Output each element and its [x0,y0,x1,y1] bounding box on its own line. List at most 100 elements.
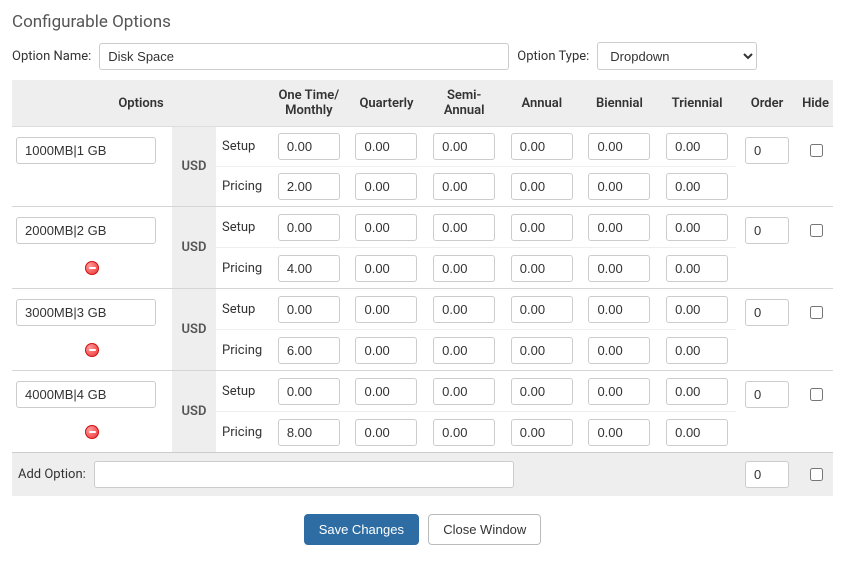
setup-label: Setup [216,127,270,167]
hide-checkbox[interactable] [810,144,823,157]
setup-price-input[interactable] [433,133,495,160]
option-row-name-input[interactable] [16,137,156,164]
option-type-select[interactable]: Dropdown [597,42,757,70]
col-semiannual: Semi- Annual [425,80,503,127]
setup-price-input[interactable] [588,296,650,323]
pricing-price-input[interactable] [278,419,340,446]
pricing-price-input[interactable] [666,337,728,364]
option-row-name-input[interactable] [16,381,156,408]
order-input[interactable] [745,299,789,326]
setup-price-input[interactable] [666,378,728,405]
option-name-input[interactable] [99,43,509,70]
option-name-cell [12,289,172,371]
currency-label: USD [172,207,216,289]
pricing-price-input[interactable] [433,337,495,364]
option-name-cell [12,127,172,207]
setup-price-input[interactable] [666,214,728,241]
hide-checkbox[interactable] [810,388,823,401]
remove-option-icon[interactable] [85,343,99,357]
setup-price-input[interactable] [433,378,495,405]
pricing-price-input[interactable] [355,419,417,446]
setup-price-input[interactable] [278,296,340,323]
pricing-price-input[interactable] [511,419,573,446]
options-table: Options One Time/ Monthly Quarterly Semi… [12,80,833,496]
setup-price-input[interactable] [588,378,650,405]
setup-price-input[interactable] [588,133,650,160]
pricing-price-input[interactable] [355,173,417,200]
setup-price-input[interactable] [511,378,573,405]
setup-price-input[interactable] [666,133,728,160]
pricing-label: Pricing [216,330,270,371]
save-button[interactable]: Save Changes [304,514,419,545]
remove-option-icon[interactable] [85,425,99,439]
option-row-name-input[interactable] [16,217,156,244]
footer-buttons: Save Changes Close Window [12,514,833,545]
col-triennial: Triennial [658,80,736,127]
setup-price-input[interactable] [355,214,417,241]
setup-price-input[interactable] [278,378,340,405]
pricing-price-input[interactable] [588,255,650,282]
setup-price-input[interactable] [511,214,573,241]
pricing-label: Pricing [216,248,270,289]
setup-price-input[interactable] [666,296,728,323]
setup-price-input[interactable] [278,133,340,160]
pricing-price-input[interactable] [511,173,573,200]
pricing-label: Pricing [216,167,270,207]
pricing-price-input[interactable] [278,173,340,200]
setup-label: Setup [216,289,270,330]
add-order-input[interactable] [745,461,789,488]
order-input[interactable] [745,381,789,408]
setup-price-input[interactable] [433,296,495,323]
col-biennial: Biennial [581,80,659,127]
col-order: Order [736,80,798,127]
pricing-price-input[interactable] [588,419,650,446]
setup-label: Setup [216,371,270,412]
pricing-price-input[interactable] [278,255,340,282]
setup-label: Setup [216,207,270,248]
setup-price-input[interactable] [355,378,417,405]
pricing-label: Pricing [216,412,270,453]
col-hide: Hide [798,80,833,127]
page-title: Configurable Options [12,12,833,32]
setup-price-input[interactable] [355,133,417,160]
currency-label: USD [172,289,216,371]
hide-checkbox[interactable] [810,306,823,319]
col-quarterly: Quarterly [348,80,426,127]
col-annual: Annual [503,80,581,127]
option-type-label: Option Type: [517,49,589,64]
close-button[interactable]: Close Window [428,514,541,545]
setup-price-input[interactable] [511,296,573,323]
add-option-label: Add Option: [18,467,86,482]
option-row-name-input[interactable] [16,299,156,326]
order-input[interactable] [745,137,789,164]
pricing-price-input[interactable] [588,337,650,364]
add-option-input[interactable] [94,461,514,488]
setup-price-input[interactable] [588,214,650,241]
col-options: Options [12,80,270,127]
pricing-price-input[interactable] [278,337,340,364]
pricing-price-input[interactable] [433,173,495,200]
pricing-price-input[interactable] [511,255,573,282]
pricing-price-input[interactable] [433,255,495,282]
setup-price-input[interactable] [355,296,417,323]
pricing-price-input[interactable] [666,419,728,446]
pricing-price-input[interactable] [666,255,728,282]
setup-price-input[interactable] [278,214,340,241]
option-name-label: Option Name: [12,49,91,64]
setup-price-input[interactable] [511,133,573,160]
currency-label: USD [172,127,216,207]
pricing-price-input[interactable] [588,173,650,200]
pricing-price-input[interactable] [355,255,417,282]
pricing-price-input[interactable] [666,173,728,200]
pricing-price-input[interactable] [433,419,495,446]
top-row: Option Name: Option Type: Dropdown [12,42,833,70]
setup-price-input[interactable] [433,214,495,241]
col-monthly: One Time/ Monthly [270,80,348,127]
pricing-price-input[interactable] [511,337,573,364]
add-hide-checkbox[interactable] [810,468,823,481]
option-name-cell [12,207,172,289]
order-input[interactable] [745,217,789,244]
hide-checkbox[interactable] [810,224,823,237]
pricing-price-input[interactable] [355,337,417,364]
remove-option-icon[interactable] [85,261,99,275]
